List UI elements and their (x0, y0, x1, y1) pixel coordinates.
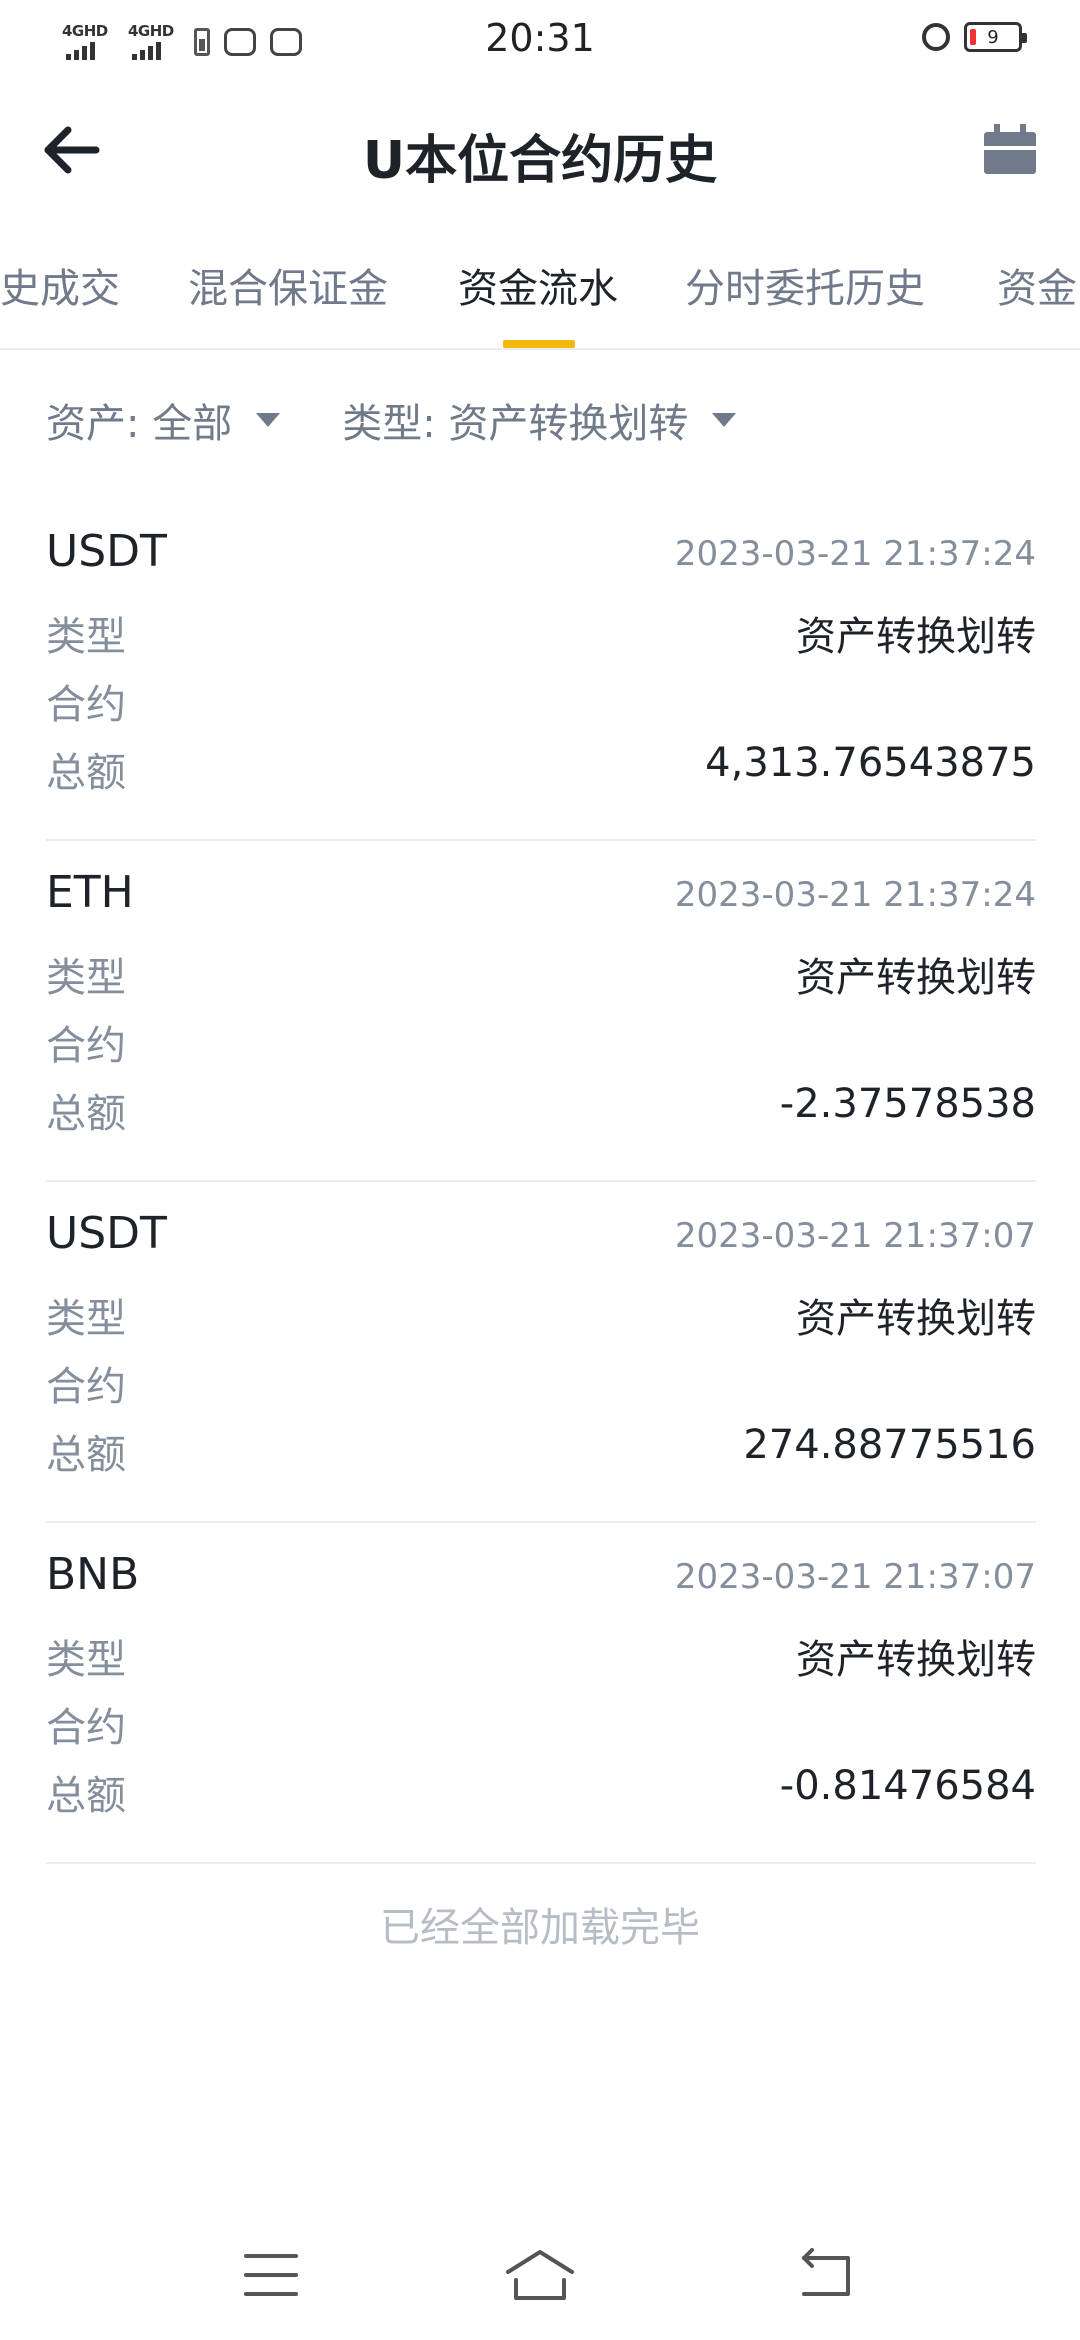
asset-filter-label: 资产: 全部 (46, 401, 233, 447)
record-type-label: 类型 (46, 1637, 126, 1683)
end-of-list-note: 已经全部加载完毕 (380, 1905, 700, 1951)
record-amount-row: 总额 4,313.76543875 (46, 740, 1036, 800)
record-contract-row: 合约 (46, 1695, 1036, 1755)
record-contract-row: 合约 (46, 672, 1036, 732)
record-amount-label: 总额 (46, 1432, 126, 1478)
record-amount-value: 274.88775516 (743, 1422, 1036, 1468)
record-amount-label: 总额 (46, 1773, 126, 1819)
record-type-label: 类型 (46, 1296, 126, 1342)
record-card[interactable]: USDT 2023-03-21 21:37:07 类型 资产转换划转 合约 总额 2… (46, 1182, 1036, 1523)
tab-hybrid-margin[interactable]: 混合保证金 (188, 256, 388, 314)
record-amount-row: 总额 -2.37578538 (46, 1081, 1036, 1141)
tab-bar: 史成交 混合保证金 资金流水 分时委托历史 资金 (0, 240, 1080, 350)
header: U本位合约历史 (0, 100, 1080, 200)
record-amount-value: 4,313.76543875 (705, 740, 1036, 786)
record-asset: ETH (46, 867, 134, 918)
record-card[interactable]: BNB 2023-03-21 21:37:07 类型 资产转换划转 合约 总额 -0… (46, 1523, 1036, 1864)
record-time: 2023-03-21 21:37:07 (674, 1557, 1036, 1597)
tab-trade-history[interactable]: 史成交 (0, 256, 120, 314)
record-type-value: 资产转换划转 (796, 1296, 1036, 1342)
record-amount-label: 总额 (46, 750, 126, 796)
type-filter-label: 类型: 资产转换划转 (342, 401, 689, 447)
system-nav-bar (0, 2230, 1080, 2320)
record-type-value: 资产转换划转 (796, 1637, 1036, 1683)
filters: 资产: 全部 类型: 资产转换划转 (46, 390, 798, 450)
record-card[interactable]: USDT 2023-03-21 21:37:24 类型 资产转换划转 合约 总额 4… (46, 500, 1036, 841)
record-amount-row: 总额 274.88775516 (46, 1422, 1036, 1482)
record-asset: BNB (46, 1549, 140, 1600)
record-contract-label: 合约 (46, 1705, 126, 1751)
type-filter-dropdown[interactable]: 类型: 资产转换划转 (342, 391, 737, 449)
record-contract-label: 合约 (46, 1364, 126, 1410)
record-contract-row: 合约 (46, 1354, 1036, 1414)
record-type-value: 资产转换划转 (796, 614, 1036, 660)
caret-down-icon (256, 413, 281, 427)
menu-icon[interactable] (232, 2240, 312, 2310)
record-asset: USDT (46, 526, 167, 577)
home-icon[interactable] (500, 2240, 580, 2310)
record-time: 2023-03-21 21:37:24 (674, 534, 1036, 574)
record-amount-label: 总额 (46, 1091, 126, 1137)
asset-filter-dropdown[interactable]: 资产: 全部 (46, 391, 281, 449)
record-type-row: 类型 资产转换划转 (46, 604, 1036, 664)
battery-icon: 9 (964, 22, 1027, 52)
alarm-icon (922, 23, 950, 51)
calendar-icon[interactable] (980, 122, 1040, 178)
record-type-label: 类型 (46, 614, 126, 660)
record-type-row: 类型 资产转换划转 (46, 1627, 1036, 1687)
record-amount-value: -0.81476584 (779, 1763, 1036, 1809)
record-type-row: 类型 资产转换划转 (46, 945, 1036, 1005)
record-time: 2023-03-21 21:37:07 (674, 1216, 1036, 1256)
record-card[interactable]: ETH 2023-03-21 21:37:24 类型 资产转换划转 合约 总额 -2… (46, 841, 1036, 1182)
active-tab-indicator (503, 340, 575, 348)
status-time: 20:31 (485, 16, 595, 60)
status-icons-right: 9 (922, 22, 1027, 52)
record-contract-label: 合约 (46, 682, 126, 728)
tab-funding-fee[interactable]: 资金 (997, 256, 1077, 314)
caret-down-icon (712, 413, 737, 427)
record-amount-row: 总额 -0.81476584 (46, 1763, 1036, 1823)
tab-twap-history[interactable]: 分时委托历史 (685, 256, 925, 314)
record-type-label: 类型 (46, 955, 126, 1001)
record-type-row: 类型 资产转换划转 (46, 1286, 1036, 1346)
back-icon[interactable] (784, 2240, 864, 2310)
page-title: U本位合约历史 (362, 131, 718, 191)
status-bar: 4GHD 4GHD 20:31 9 (0, 0, 1080, 84)
battery-level: 9 (987, 26, 999, 48)
record-asset: USDT (46, 1208, 167, 1259)
funding-record-list: USDT 2023-03-21 21:37:24 类型 资产转换划转 合约 总额 4… (46, 500, 1036, 1864)
record-contract-label: 合约 (46, 1023, 126, 1069)
record-contract-row: 合约 (46, 1013, 1036, 1073)
record-amount-value: -2.37578538 (779, 1081, 1036, 1127)
record-time: 2023-03-21 21:37:24 (674, 875, 1036, 915)
tab-funding-flow[interactable]: 资金流水 (458, 256, 618, 314)
record-type-value: 资产转换划转 (796, 955, 1036, 1001)
